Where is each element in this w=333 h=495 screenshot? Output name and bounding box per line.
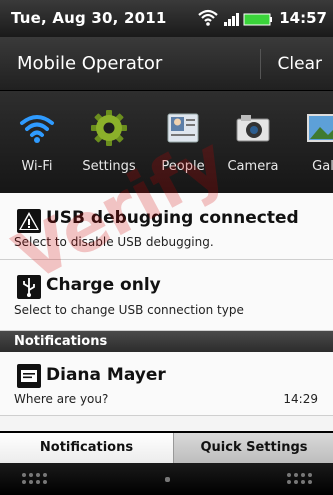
quick-setting-gallery[interactable]: Gal — [290, 91, 333, 193]
grip-left-icon — [22, 473, 48, 485]
quick-setting-people[interactable]: People — [150, 91, 216, 193]
tab-quick-settings[interactable]: Quick Settings — [173, 433, 333, 463]
status-icons — [198, 9, 272, 26]
notification-title: Charge only — [46, 275, 161, 295]
quick-setting-label: Gal — [312, 159, 333, 174]
quick-setting-camera[interactable]: Camera — [220, 91, 286, 193]
notification-header: Mobile Operator Clear — [0, 37, 333, 91]
status-bar: Tue, Aug 30, 2011 14:57 — [0, 0, 333, 37]
quick-setting-label: Wi-Fi — [21, 159, 53, 174]
notification-subtitle: Select to disable USB debugging. — [14, 235, 214, 249]
message-text: Where are you? — [14, 392, 109, 406]
quick-setting-wifi[interactable]: Wi-Fi — [4, 91, 70, 193]
grip-right-icon — [287, 473, 313, 485]
wifi-icon — [198, 9, 218, 26]
status-time: 14:57 — [279, 9, 327, 27]
clear-button[interactable]: Clear — [260, 49, 330, 79]
panel-tabs: Notifications Quick Settings — [0, 433, 333, 463]
message-time: 14:29 — [283, 392, 318, 406]
quick-setting-label: Camera — [227, 159, 279, 174]
quick-setting-label: Settings — [82, 159, 136, 174]
usb-icon — [17, 275, 41, 299]
handle-dot-icon — [165, 477, 170, 482]
quick-setting-label: People — [161, 159, 205, 174]
drag-handle-bar[interactable] — [0, 463, 333, 495]
gear-icon — [91, 110, 127, 146]
charge-only-notification[interactable]: Charge only Select to change USB connect… — [0, 260, 333, 331]
signal-icon — [224, 13, 239, 26]
wifi-icon — [20, 115, 54, 143]
status-date: Tue, Aug 30, 2011 — [11, 9, 167, 27]
message-icon — [17, 364, 41, 388]
message-notification[interactable]: Diana Mayer Where are you? 14:29 — [0, 352, 333, 416]
quick-settings-row: Wi-Fi Settings People Camera Gal — [0, 91, 333, 193]
notification-title: USB debugging connected — [46, 208, 299, 228]
tab-notifications[interactable]: Notifications — [0, 433, 173, 463]
quick-setting-settings[interactable]: Settings — [76, 91, 142, 193]
notification-subtitle: Select to change USB connection type — [14, 303, 244, 317]
message-sender: Diana Mayer — [46, 365, 166, 385]
warning-icon — [17, 209, 41, 233]
notifications-section-header: Notifications — [0, 331, 333, 352]
camera-icon — [236, 115, 270, 142]
usb-debugging-notification[interactable]: USB debugging connected Select to disabl… — [0, 193, 333, 260]
contacts-icon — [167, 113, 199, 143]
operator-name: Mobile Operator — [17, 53, 163, 74]
gallery-icon — [307, 114, 333, 142]
battery-icon — [243, 13, 272, 26]
